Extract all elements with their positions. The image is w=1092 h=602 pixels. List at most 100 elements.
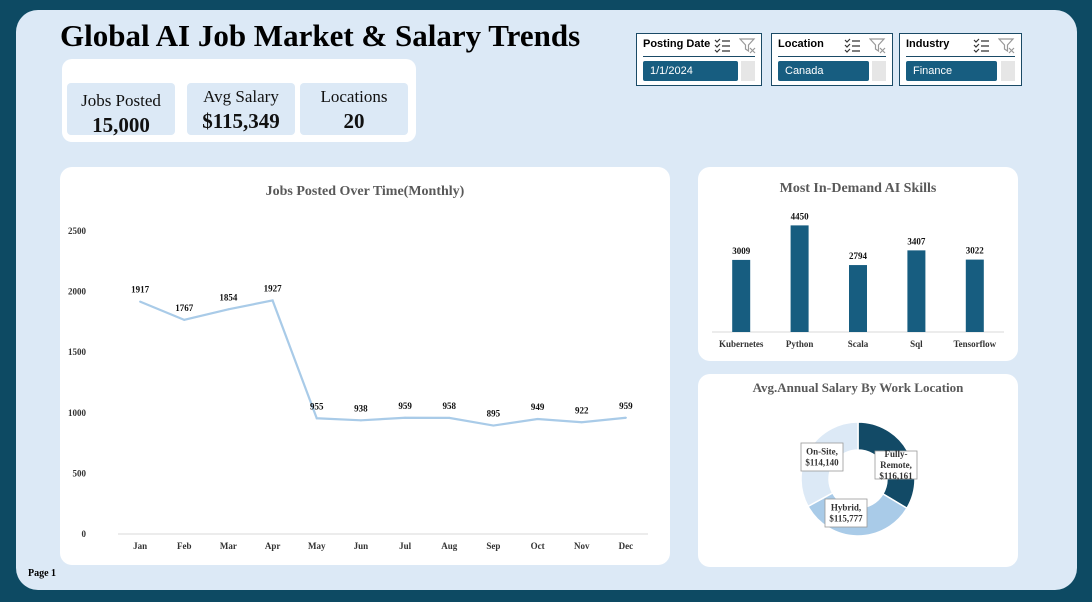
y-tick-label: 2000 bbox=[68, 287, 87, 297]
data-label: 922 bbox=[575, 405, 589, 415]
slicer-posting-date[interactable]: Posting Date 1/1/2024 bbox=[636, 33, 762, 86]
data-label: 938 bbox=[354, 403, 368, 413]
data-point bbox=[139, 300, 142, 303]
donut-data-label: On-Site,$114,140 bbox=[800, 442, 844, 472]
slicer-divider bbox=[906, 56, 1015, 57]
series-line-jobs bbox=[139, 299, 627, 427]
bar bbox=[790, 225, 809, 332]
x-tick-label: Aug bbox=[441, 541, 458, 551]
data-label: 959 bbox=[398, 401, 412, 411]
x-tick-label: May bbox=[308, 541, 326, 551]
slicer-divider bbox=[643, 56, 755, 57]
bar bbox=[965, 259, 984, 332]
slicer-item-selected[interactable]: Finance bbox=[906, 61, 997, 81]
data-point bbox=[404, 416, 407, 419]
line-chart: 0 500 1000 1500 2000 2500 1917 1767 1854 1927 955 9… bbox=[68, 226, 648, 551]
clear-filter-icon[interactable] bbox=[739, 37, 756, 54]
slicer-item-selected[interactable]: 1/1/2024 bbox=[643, 61, 738, 81]
x-tick-label: Jan bbox=[133, 541, 147, 551]
x-tick-label: Apr bbox=[265, 541, 281, 551]
bar bbox=[849, 265, 867, 332]
kpi-label: Jobs Posted bbox=[81, 91, 161, 110]
page-label: Page 1 bbox=[28, 568, 57, 579]
data-label: 4450 bbox=[791, 211, 810, 221]
data-label: 949 bbox=[531, 402, 545, 412]
label-text: Hybrid, bbox=[831, 503, 861, 513]
x-tick-label: Sep bbox=[486, 541, 500, 551]
y-tick-label: 500 bbox=[73, 468, 87, 478]
data-label: 3022 bbox=[966, 246, 985, 256]
donut-data-label: Fully-Remote,$116,161 bbox=[874, 449, 918, 481]
data-point bbox=[183, 318, 186, 321]
slicer-header: Location bbox=[778, 38, 824, 50]
line-chart-card: Jobs Posted Over Time(Monthly) 0 500 1000 1… bbox=[60, 167, 670, 565]
data-point bbox=[271, 299, 274, 302]
slicer-industry[interactable]: Industry Finance bbox=[899, 33, 1022, 86]
kpi-avg-salary: Avg Salary $115,349 bbox=[187, 83, 295, 135]
data-label: 3009 bbox=[732, 246, 751, 256]
donut-chart-card: Avg.Annual Salary By Work Location Fully… bbox=[698, 374, 1018, 567]
data-point bbox=[359, 419, 362, 422]
data-point bbox=[536, 417, 539, 420]
kpi-label: Locations bbox=[320, 87, 388, 106]
data-label: 1917 bbox=[131, 285, 150, 295]
x-tick-label: Jun bbox=[354, 541, 369, 551]
data-point bbox=[315, 417, 318, 420]
kpi-value: 15,000 bbox=[92, 113, 150, 137]
data-label: 3407 bbox=[907, 236, 926, 246]
y-tick-label: 1500 bbox=[68, 347, 87, 357]
slicer-location[interactable]: Location Canada bbox=[771, 33, 893, 86]
data-point bbox=[580, 421, 583, 424]
bar-chart: 3009 Kubernetes 4450 Python 2794 Scala 3407 Sql… bbox=[712, 211, 1004, 349]
x-tick-label: Dec bbox=[619, 541, 634, 551]
kpi-jobs-posted: Jobs Posted 15,000 bbox=[67, 83, 175, 137]
y-tick-label: 0 bbox=[82, 529, 87, 539]
slicer-scrollbar[interactable] bbox=[741, 61, 755, 81]
multi-select-icon[interactable] bbox=[714, 37, 731, 54]
multi-select-icon[interactable] bbox=[844, 37, 861, 54]
multi-select-icon[interactable] bbox=[973, 37, 990, 54]
label-text: $115,777 bbox=[829, 514, 863, 524]
label-text: On-Site, bbox=[806, 447, 838, 457]
clear-filter-icon[interactable] bbox=[869, 37, 886, 54]
data-label: 959 bbox=[619, 401, 633, 411]
x-tick-label: Kubernetes bbox=[719, 339, 764, 349]
slicer-scrollbar[interactable] bbox=[872, 61, 886, 81]
label-text: $114,140 bbox=[805, 458, 839, 468]
kpi-value: $115,349 bbox=[202, 109, 280, 133]
data-label: 1767 bbox=[175, 303, 194, 313]
x-tick-label: Python bbox=[786, 339, 814, 349]
y-tick-label: 1000 bbox=[68, 408, 87, 418]
slicer-header: Industry bbox=[906, 38, 950, 50]
slicer-divider bbox=[778, 56, 886, 57]
x-tick-label: Feb bbox=[177, 541, 192, 551]
kpi-locations: Locations 20 bbox=[300, 83, 408, 135]
donut-chart: Fully-Remote,$116,161Hybrid,$115,777On-S… bbox=[800, 421, 918, 537]
clear-filter-icon[interactable] bbox=[998, 37, 1015, 54]
bar bbox=[732, 259, 751, 332]
donut-data-label: Hybrid,$115,777 bbox=[824, 498, 868, 528]
x-tick-label: Mar bbox=[220, 541, 237, 551]
data-point bbox=[448, 416, 451, 419]
kpi-label: Avg Salary bbox=[203, 87, 279, 106]
bar bbox=[907, 250, 926, 332]
kpi-value: 20 bbox=[343, 109, 365, 133]
slicer-item-selected[interactable]: Canada bbox=[778, 61, 869, 81]
bar-chart-card: Most In-Demand AI Skills 3009 Kubernetes 4… bbox=[698, 167, 1018, 361]
data-point bbox=[227, 308, 230, 311]
kpi-strip: Jobs Posted 15,000 Avg Salary $115,349 L… bbox=[62, 59, 416, 142]
x-tick-label: Sql bbox=[910, 339, 923, 349]
dashboard-panel: Global AI Job Market & Salary Trends Job… bbox=[16, 10, 1077, 590]
dashboard-title: Global AI Job Market & Salary Trends bbox=[60, 18, 581, 53]
data-label: 1927 bbox=[264, 283, 283, 293]
data-label: 895 bbox=[487, 409, 501, 419]
data-label: 2794 bbox=[849, 251, 868, 261]
slicer-scrollbar[interactable] bbox=[1001, 61, 1015, 81]
data-point bbox=[624, 416, 627, 419]
data-label: 955 bbox=[310, 401, 324, 411]
x-tick-label: Tensorflow bbox=[953, 339, 996, 349]
x-tick-label: Scala bbox=[848, 339, 869, 349]
x-tick-label: Jul bbox=[399, 541, 412, 551]
data-label: 958 bbox=[443, 401, 457, 411]
x-tick-label: Nov bbox=[574, 541, 590, 551]
